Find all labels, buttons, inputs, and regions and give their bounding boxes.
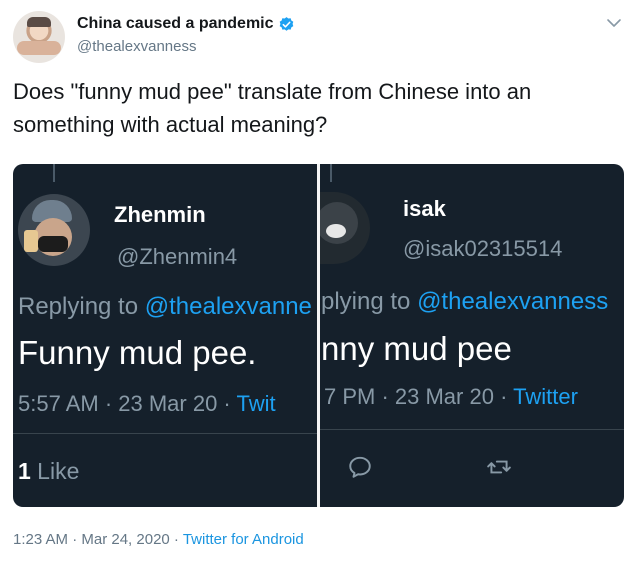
chevron-down-icon[interactable] <box>606 15 622 31</box>
like-count-label: Like <box>30 458 80 484</box>
tweet-text: Does "funny mud pee" translate from Chin… <box>13 79 532 137</box>
reply-body: nny mud pee <box>321 330 512 367</box>
tweet-client-link[interactable]: Twitter for Android <box>183 531 304 548</box>
retweet-icon <box>487 460 511 474</box>
tweet-card: China caused a pandemic @thealexvanness … <box>0 0 640 565</box>
isak-avatar <box>320 192 370 264</box>
author-avatar[interactable] <box>13 11 65 63</box>
thread-line <box>53 164 55 182</box>
reply-author-name: Zhenmin <box>114 202 206 227</box>
replying-to-mention: @thealexvanness <box>417 288 609 315</box>
divider-line <box>13 433 317 434</box>
tweet-footer: 1:23 AM · Mar 24, 2020 · Twitter for And… <box>13 531 304 548</box>
avatar-arm <box>17 41 61 55</box>
reply-meta-time: 5:57 AM · 23 Mar 20 · <box>18 391 237 416</box>
like-count-number: 1 <box>18 458 31 484</box>
replying-to-prefix: Replying to <box>18 293 145 320</box>
reply-meta: 7 PM · 23 Mar 20 · Twitter <box>324 384 578 410</box>
reply-meta: 5:57 AM · 23 Mar 20 · Twit <box>18 391 276 417</box>
footer-separator: · <box>169 531 183 548</box>
replying-to-prefix: plying to <box>321 288 418 315</box>
tweet-media-image[interactable]: Zhenmin @Zhenmin4 Replying to @thealexva… <box>13 164 624 507</box>
replying-to-line: plying to @thealexvanness <box>321 288 608 316</box>
avatar-shape <box>320 202 358 244</box>
avatar-cup <box>24 230 38 252</box>
reply-author-handle: @Zhenmin4 <box>117 244 238 269</box>
avatar-hat <box>27 17 51 27</box>
replying-to-mention: @thealexvanne <box>144 293 312 320</box>
reply-author-handle: @isak02315514 <box>403 236 563 261</box>
screenshot-panel-left: Zhenmin @Zhenmin4 Replying to @thealexva… <box>13 164 317 507</box>
reply-icon <box>349 456 371 478</box>
reply-body: Funny mud pee. <box>18 334 257 371</box>
reply-meta-time: 7 PM · 23 Mar 20 · <box>324 384 514 409</box>
screenshot-panel-right: isak @isak02315514 plying to @thealexvan… <box>320 164 624 507</box>
reply-meta-source: Twit <box>236 391 276 416</box>
avatar-lens <box>326 224 346 238</box>
tweet-timestamp[interactable]: 1:23 AM · Mar 24, 2020 <box>13 531 170 548</box>
author-display-name-text: China caused a pandemic <box>77 15 274 32</box>
verified-badge-icon <box>279 16 293 31</box>
replying-to-line: Replying to @thealexvanne <box>18 293 312 321</box>
avatar-mask <box>38 236 68 252</box>
divider-line <box>320 429 624 430</box>
author-display-name[interactable]: China caused a pandemic <box>77 15 295 33</box>
author-handle[interactable]: @thealexvanness <box>77 38 196 55</box>
zhenmin-avatar <box>18 194 90 266</box>
thread-line <box>330 164 332 182</box>
reply-author-name: isak <box>403 196 446 221</box>
reply-meta-source: Twitter <box>513 384 578 409</box>
like-count: 1 Like <box>18 458 79 485</box>
